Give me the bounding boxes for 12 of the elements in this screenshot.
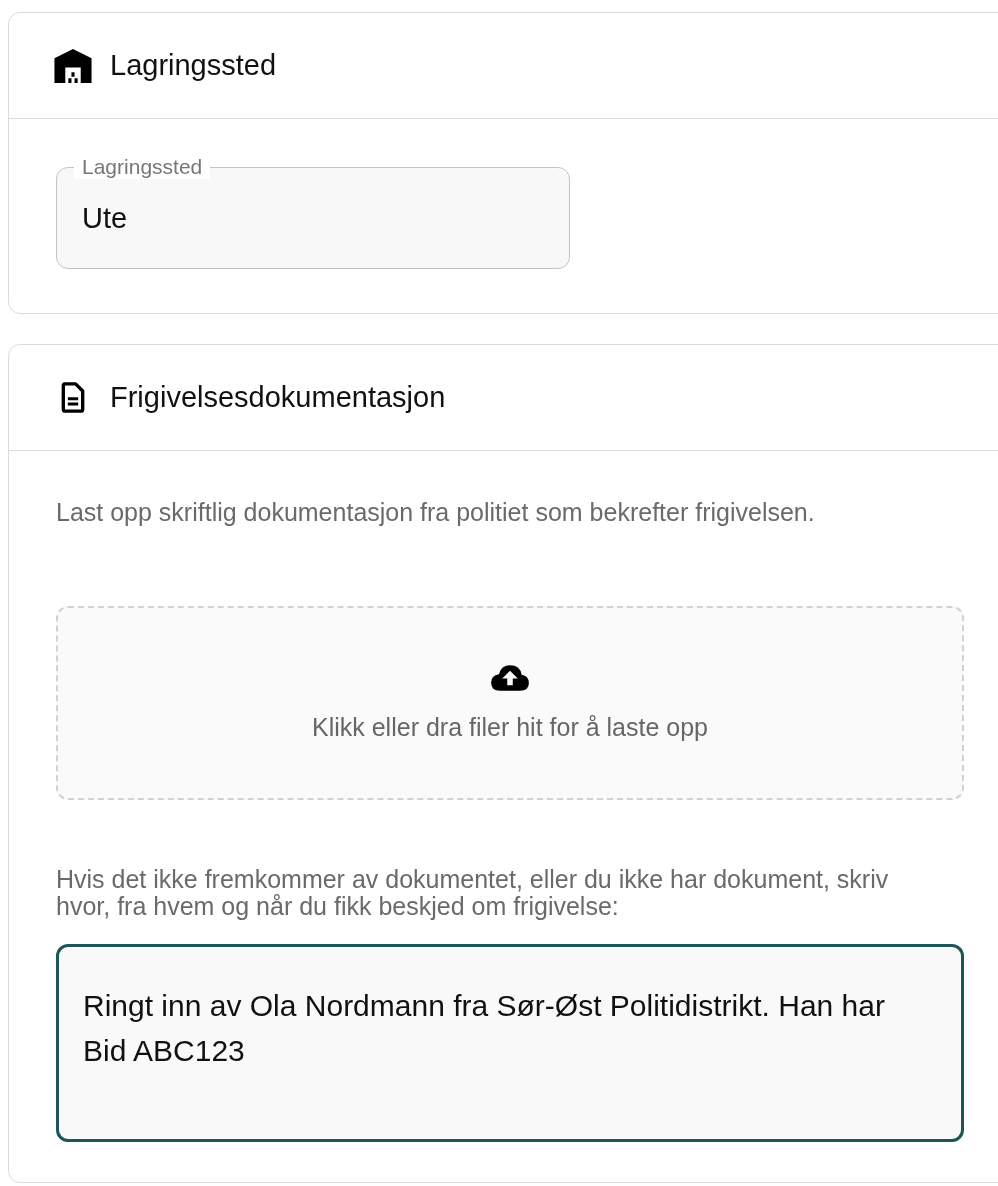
- description-text: Last opp skriftlig dokumentasjon fra politiet som bekrefter frigivelsen.: [56, 499, 816, 526]
- storage-field[interactable]: Lagringssted Ute: [56, 155, 570, 269]
- text-area[interactable]: Ringt inn av Ola Nordmann fra Sør-Øst Politidistrikt. Han har Bid ABC123: [56, 944, 964, 1142]
- dropzone-label: Klikk eller dra filer hit for å laste opp: [312, 713, 708, 742]
- upload-cloud-icon: [490, 664, 530, 691]
- file-dropzone[interactable]: Klikk eller dra filer hit for å laste opp: [56, 606, 964, 800]
- instruction-text: Hvis det ikke fremkommer av dokumentet, eller du ikke har dokument, skriv hvor, fra hvem og når du fikk beskjed om frigivelse:: [56, 866, 890, 920]
- warehouse-icon: [54, 48, 92, 83]
- field-value: Ute: [82, 203, 128, 233]
- section-title: Frigivelsesdokumentasjon: [110, 381, 446, 414]
- document-icon: [60, 382, 86, 413]
- section-title: Lagringssted: [110, 49, 277, 82]
